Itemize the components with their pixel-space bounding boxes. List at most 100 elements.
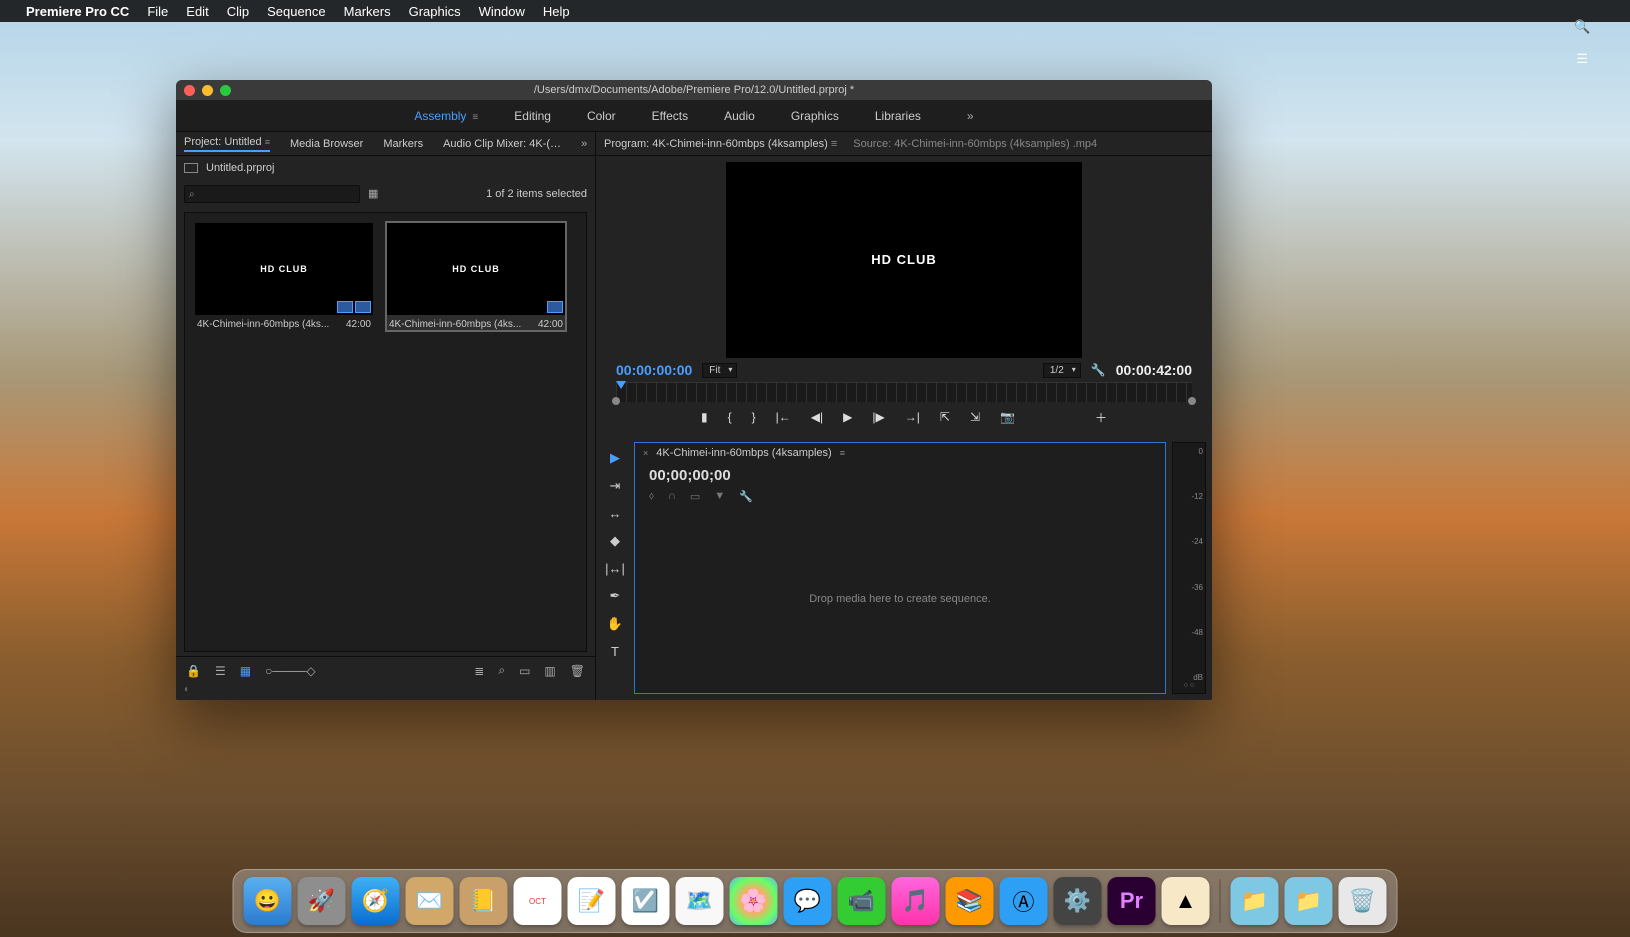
- menu-edit[interactable]: Edit: [186, 4, 208, 19]
- timeline-settings-icon[interactable]: 🔧: [739, 490, 753, 503]
- selection-tool-icon[interactable]: ▶: [610, 450, 620, 466]
- dock-reminders-icon[interactable]: ☑️: [622, 877, 670, 925]
- type-tool-icon[interactable]: T: [611, 644, 619, 659]
- monitor-timeline-ruler[interactable]: [616, 382, 1192, 402]
- lift-icon[interactable]: ⇱: [940, 410, 950, 424]
- spotlight-icon[interactable]: 🔍: [1574, 19, 1590, 35]
- menu-file[interactable]: File: [147, 4, 168, 19]
- dock-finder-icon[interactable]: 😀: [244, 877, 292, 925]
- dock-downloads-icon[interactable]: 📁: [1231, 877, 1279, 925]
- video-viewport[interactable]: HD CLUB: [726, 162, 1082, 358]
- go-to-in-icon[interactable]: |←: [776, 410, 791, 424]
- ripple-edit-tool-icon[interactable]: ↔: [609, 506, 622, 521]
- list-view-icon[interactable]: ☰: [215, 664, 226, 678]
- button-editor-icon[interactable]: ＋: [1095, 409, 1107, 426]
- settings-wrench-icon[interactable]: 🔧: [1091, 363, 1106, 377]
- dock-app-icon[interactable]: ▲: [1162, 877, 1210, 925]
- clip-item[interactable]: HD CLUB 4K-Chimei-inn-60mbps (4ks...42:0…: [387, 223, 565, 330]
- magnet-icon[interactable]: ∩: [668, 490, 676, 503]
- out-handle[interactable]: [1188, 397, 1196, 405]
- close-sequence-icon[interactable]: ×: [643, 448, 648, 458]
- mark-open-icon[interactable]: {: [728, 410, 732, 424]
- app-name[interactable]: Premiere Pro CC: [26, 4, 129, 19]
- dock-photos-icon[interactable]: 🌸: [730, 877, 778, 925]
- tab-project[interactable]: Project: Untitled ≡: [184, 136, 270, 152]
- timeline-menu-icon[interactable]: ≡: [840, 448, 845, 458]
- export-frame-icon[interactable]: 📷: [1000, 410, 1015, 424]
- track-select-tool-icon[interactable]: ⇥: [610, 478, 621, 494]
- dock-contacts-icon[interactable]: 📒: [460, 877, 508, 925]
- tab-program-monitor[interactable]: Program: 4K-Chimei-inn-60mbps (4ksamples…: [604, 138, 837, 150]
- sort-icon[interactable]: ≣: [474, 664, 484, 678]
- meter-solo-icon[interactable]: ○ ○: [1175, 682, 1203, 689]
- delete-icon[interactable]: 🗑: [570, 664, 585, 678]
- marker-icon[interactable]: ▼: [714, 490, 725, 503]
- info-icon[interactable]: ◐: [184, 684, 190, 695]
- dock-facetime-icon[interactable]: 📹: [838, 877, 886, 925]
- workspace-color[interactable]: Color: [587, 109, 616, 123]
- menu-clip[interactable]: Clip: [227, 4, 249, 19]
- dock-maps-icon[interactable]: 🗺️: [676, 877, 724, 925]
- extract-icon[interactable]: ⇲: [970, 410, 980, 424]
- new-item-button[interactable]: ▥: [544, 664, 555, 678]
- timeline-timecode[interactable]: 00;00;00;00: [635, 463, 1165, 488]
- timeline-drop-zone[interactable]: Drop media here to create sequence.: [635, 505, 1165, 693]
- workspace-effects[interactable]: Effects: [652, 109, 688, 123]
- tab-audio-clip-mixer[interactable]: Audio Clip Mixer: 4K-(…: [443, 138, 561, 150]
- zoom-fit-select[interactable]: Fit: [702, 363, 737, 378]
- zoom-button[interactable]: [220, 85, 231, 96]
- dock-mail-icon[interactable]: ✉️: [406, 877, 454, 925]
- mark-in-icon[interactable]: ▮: [701, 410, 708, 424]
- menu-window[interactable]: Window: [479, 4, 525, 19]
- zoom-slider[interactable]: ○────◇: [265, 664, 315, 678]
- timecode-current[interactable]: 00:00:00:00: [616, 362, 692, 378]
- dock-documents-icon[interactable]: 📁: [1285, 877, 1333, 925]
- close-button[interactable]: [184, 85, 195, 96]
- window-titlebar[interactable]: /Users/dmx/Documents/Adobe/Premiere Pro/…: [176, 80, 1212, 100]
- play-icon[interactable]: ▶: [843, 410, 852, 424]
- dock-settings-icon[interactable]: ⚙️: [1054, 877, 1102, 925]
- dock-appstore-icon[interactable]: Ⓐ: [1000, 877, 1048, 925]
- find-icon[interactable]: ⌕: [498, 663, 505, 678]
- dock-itunes-icon[interactable]: 🎵: [892, 877, 940, 925]
- razor-tool-icon[interactable]: ◆: [610, 533, 620, 549]
- pen-tool-icon[interactable]: ✒: [610, 588, 621, 604]
- resolution-select[interactable]: 1/2: [1043, 363, 1081, 378]
- menubar-list-icon[interactable]: ☰: [1576, 51, 1588, 67]
- menu-sequence[interactable]: Sequence: [267, 4, 326, 19]
- dock-safari-icon[interactable]: 🧭: [352, 877, 400, 925]
- dock-trash-icon[interactable]: 🗑️: [1339, 877, 1387, 925]
- new-bin-button[interactable]: ▭: [519, 664, 530, 678]
- dock-messages-icon[interactable]: 💬: [784, 877, 832, 925]
- dock-launchpad-icon[interactable]: 🚀: [298, 877, 346, 925]
- in-handle[interactable]: [612, 397, 620, 405]
- sequence-tab[interactable]: 4K-Chimei-inn-60mbps (4ksamples): [656, 447, 831, 459]
- workspace-assembly[interactable]: Assembly≡: [414, 109, 478, 123]
- minimize-button[interactable]: [202, 85, 213, 96]
- workspace-overflow-icon[interactable]: »: [967, 109, 974, 123]
- tab-markers[interactable]: Markers: [383, 138, 423, 150]
- dock-premiere-icon[interactable]: Pr: [1108, 877, 1156, 925]
- project-search-input[interactable]: ⌕: [184, 185, 360, 203]
- workspace-audio[interactable]: Audio: [724, 109, 755, 123]
- panel-overflow-icon[interactable]: »: [581, 138, 587, 150]
- tab-source-monitor[interactable]: Source: 4K-Chimei-inn-60mbps (4ksamples)…: [853, 138, 1097, 150]
- dock-notes-icon[interactable]: 📝: [568, 877, 616, 925]
- mark-close-icon[interactable]: }: [752, 410, 756, 424]
- workspace-graphics[interactable]: Graphics: [791, 109, 839, 123]
- timeline-panel[interactable]: × 4K-Chimei-inn-60mbps (4ksamples) ≡ 00;…: [634, 442, 1166, 694]
- menubar-clock[interactable]: Sat 6:58 PM: [1546, 0, 1618, 3]
- project-items-grid[interactable]: HD CLUB 4K-Chimei-inn-60mbps (4ks...42:0…: [184, 212, 587, 652]
- icon-view-icon[interactable]: ▦: [240, 664, 251, 678]
- dock-ibooks-icon[interactable]: 📚: [946, 877, 994, 925]
- step-back-icon[interactable]: ◀|: [811, 410, 823, 424]
- step-forward-icon[interactable]: |▶: [872, 410, 884, 424]
- workspace-editing[interactable]: Editing: [514, 109, 551, 123]
- clip-item[interactable]: HD CLUB 4K-Chimei-inn-60mbps (4ks...42:0…: [195, 223, 373, 330]
- linked-selection-icon[interactable]: ▭: [690, 490, 700, 503]
- hand-tool-icon[interactable]: ✋: [607, 616, 623, 632]
- dock-calendar-icon[interactable]: OCT: [514, 877, 562, 925]
- menu-help[interactable]: Help: [543, 4, 570, 19]
- go-to-out-icon[interactable]: →|: [905, 410, 920, 424]
- workspace-libraries[interactable]: Libraries: [875, 109, 921, 123]
